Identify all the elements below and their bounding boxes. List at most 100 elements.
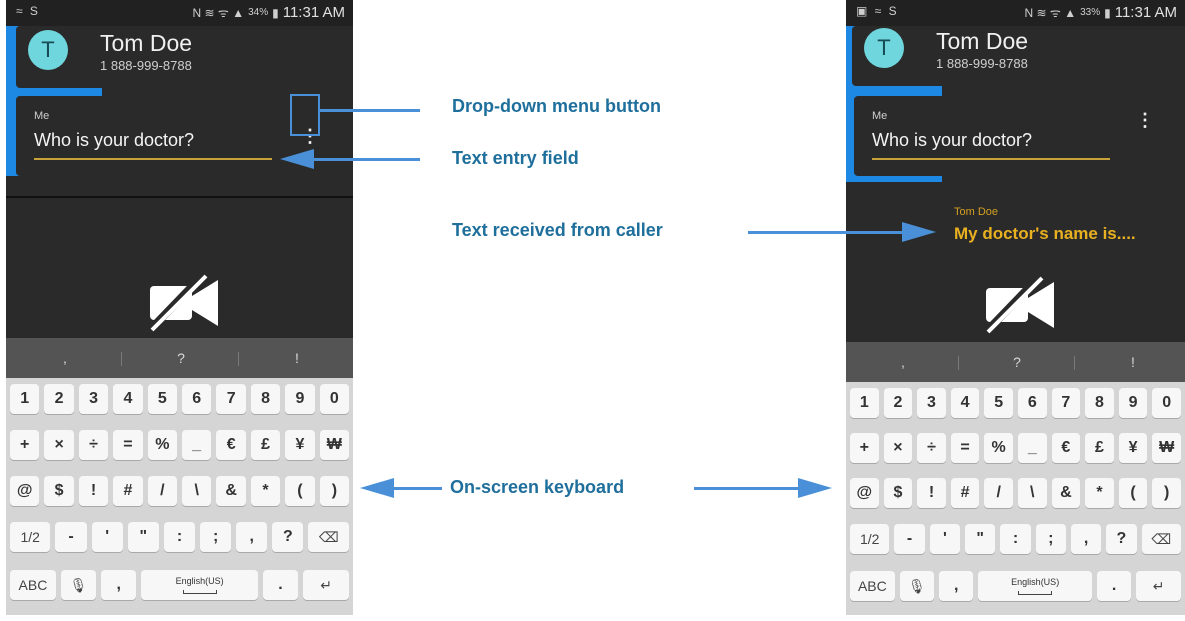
key[interactable]: &	[216, 476, 246, 506]
key-abc[interactable]: ABC	[850, 571, 895, 601]
key[interactable]: ;	[1035, 524, 1066, 554]
key[interactable]: '	[91, 522, 123, 552]
key[interactable]: ?	[1106, 524, 1137, 554]
key[interactable]: 5	[147, 384, 178, 414]
suggestion-comma[interactable]: ,	[888, 354, 918, 370]
enter-icon[interactable]: ↵	[303, 570, 349, 600]
mic-icon[interactable]: 🎙	[899, 571, 935, 601]
key[interactable]: "	[965, 524, 996, 554]
backspace-icon[interactable]: ⌫	[308, 522, 349, 552]
key[interactable]: +	[10, 430, 40, 460]
key-abc[interactable]: ABC	[10, 570, 56, 600]
key[interactable]: 7	[216, 384, 246, 414]
key[interactable]: *	[1085, 478, 1114, 508]
key[interactable]: ÷	[78, 430, 109, 460]
key[interactable]: 7	[1051, 388, 1081, 418]
key[interactable]: 8	[1085, 388, 1114, 418]
key[interactable]: £	[250, 430, 281, 460]
key[interactable]: 0	[319, 384, 350, 414]
key[interactable]: ,	[1070, 524, 1102, 554]
key[interactable]: ÷	[917, 433, 946, 463]
key[interactable]: €	[216, 430, 246, 460]
key[interactable]: /	[984, 478, 1013, 508]
key[interactable]: $	[44, 476, 74, 506]
key[interactable]: \	[1017, 478, 1047, 508]
space-key[interactable]: English(US)	[141, 570, 258, 600]
key[interactable]: @	[850, 478, 879, 508]
key[interactable]: @	[10, 476, 40, 506]
key[interactable]: #	[950, 478, 980, 508]
key[interactable]: =	[950, 433, 980, 463]
key[interactable]: ?	[272, 522, 304, 552]
key[interactable]: 5	[984, 388, 1013, 418]
key[interactable]: 9	[285, 384, 315, 414]
key[interactable]: 8	[250, 384, 281, 414]
key[interactable]: "	[127, 522, 159, 552]
key-comma[interactable]: ,	[101, 570, 137, 600]
key[interactable]: %	[984, 433, 1013, 463]
key[interactable]: !	[917, 478, 946, 508]
key[interactable]: 4	[950, 388, 980, 418]
key[interactable]: *	[250, 476, 281, 506]
key[interactable]: )	[1152, 478, 1181, 508]
key[interactable]: /	[147, 476, 178, 506]
contact-card[interactable]: T Tom Doe 1 888-999-8788	[852, 26, 1138, 86]
key[interactable]: $	[883, 478, 913, 508]
key[interactable]: :	[163, 522, 196, 552]
key[interactable]: _	[1017, 433, 1047, 463]
key[interactable]: ¥	[285, 430, 315, 460]
key[interactable]: €	[1051, 433, 1081, 463]
key[interactable]: '	[929, 524, 961, 554]
key[interactable]: ₩	[1152, 433, 1181, 463]
key[interactable]: &	[1051, 478, 1081, 508]
key[interactable]: 9	[1118, 388, 1148, 418]
key[interactable]: +	[850, 433, 879, 463]
key[interactable]: 2	[44, 384, 74, 414]
key[interactable]: )	[319, 476, 350, 506]
text-entry-field[interactable]: Who is your doctor?	[872, 130, 1032, 151]
suggestion-question[interactable]: ?	[166, 350, 196, 366]
suggestion-exclaim[interactable]: !	[282, 350, 312, 366]
key[interactable]: =	[113, 430, 143, 460]
key[interactable]: 0	[1152, 388, 1181, 418]
key-half-page[interactable]: 1/2	[850, 524, 890, 554]
key[interactable]: 1	[850, 388, 879, 418]
key[interactable]: 3	[78, 384, 109, 414]
key[interactable]: 3	[917, 388, 946, 418]
key[interactable]: 1	[10, 384, 40, 414]
key[interactable]: ¥	[1118, 433, 1148, 463]
key[interactable]: !	[78, 476, 109, 506]
key[interactable]: ₩	[319, 430, 350, 460]
key[interactable]: (	[1118, 478, 1148, 508]
suggestion-exclaim[interactable]: !	[1118, 354, 1148, 370]
enter-icon[interactable]: ↵	[1136, 571, 1181, 601]
key[interactable]: ,	[236, 522, 268, 552]
space-key[interactable]: English(US)	[978, 571, 1092, 601]
mic-icon[interactable]: 🎙	[60, 570, 97, 600]
key[interactable]: (	[285, 476, 315, 506]
key[interactable]: 2	[883, 388, 913, 418]
key[interactable]: 6	[1017, 388, 1047, 418]
key-dot[interactable]: .	[262, 570, 299, 600]
key[interactable]: 4	[113, 384, 143, 414]
key[interactable]: _	[182, 430, 212, 460]
key[interactable]: 6	[182, 384, 212, 414]
key[interactable]: #	[113, 476, 143, 506]
key[interactable]: ;	[200, 522, 232, 552]
contact-card[interactable]: T Tom Doe 1 888-999-8788	[16, 26, 306, 88]
key[interactable]: £	[1085, 433, 1114, 463]
key[interactable]: -	[894, 524, 925, 554]
key-comma[interactable]: ,	[939, 571, 974, 601]
key[interactable]: \	[182, 476, 212, 506]
key-half-page[interactable]: 1/2	[10, 522, 51, 552]
suggestion-comma[interactable]: ,	[50, 350, 80, 366]
key[interactable]: :	[1000, 524, 1031, 554]
key-dot[interactable]: .	[1096, 571, 1132, 601]
suggestion-question[interactable]: ?	[1002, 354, 1032, 370]
backspace-icon[interactable]: ⌫	[1141, 524, 1181, 554]
key[interactable]: -	[55, 522, 87, 552]
key[interactable]: ×	[883, 433, 913, 463]
text-entry-field[interactable]: Who is your doctor?	[34, 130, 194, 151]
menu-button[interactable]: ⋮	[1134, 110, 1156, 131]
key[interactable]: %	[147, 430, 178, 460]
